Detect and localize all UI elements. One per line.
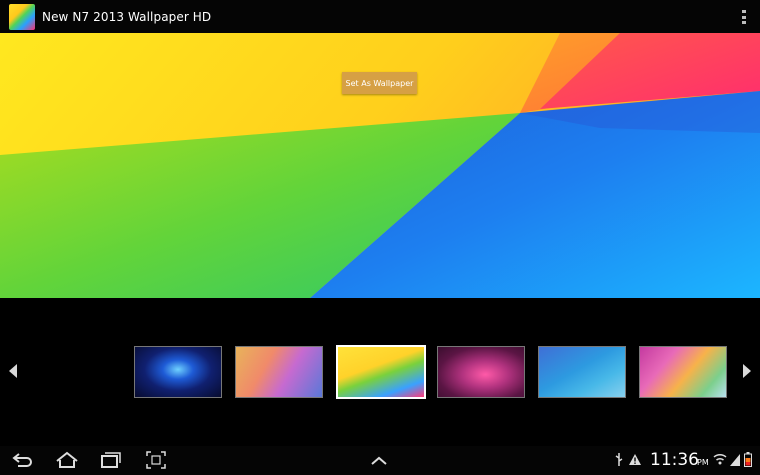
app-title: New N7 2013 Wallpaper HD [42,9,212,24]
arrow-right-icon[interactable] [743,364,751,378]
overflow-menu-icon[interactable] [742,10,746,24]
battery-icon [744,452,752,467]
clock-time: 11:36 [650,450,699,470]
set-as-wallpaper-button[interactable]: Set As Wallpaper [342,72,417,94]
thumbnail-2[interactable] [235,346,323,398]
back-icon[interactable] [12,451,34,469]
thumbnail-6[interactable] [639,346,727,398]
home-icon[interactable] [55,451,79,469]
system-nav-bar: 11:36 PM [0,446,760,475]
arrow-left-icon[interactable] [9,364,17,378]
thumbnail-5[interactable] [538,346,626,398]
wifi-icon [713,453,727,465]
thumbnail-4[interactable] [437,346,525,398]
usb-icon [615,453,623,466]
chevron-up-icon[interactable] [370,456,388,466]
recent-apps-icon[interactable] [100,451,122,469]
thumbnail-1[interactable] [134,346,222,398]
wallpaper-app-icon[interactable] [9,3,35,30]
wallpaper-preview: Set As Wallpaper [0,33,760,298]
action-bar: New N7 2013 Wallpaper HD [0,0,760,33]
signal-icon [730,454,740,466]
thumbnail-3-selected[interactable] [336,345,426,399]
warning-icon [629,454,641,465]
screenshot-icon[interactable] [146,451,166,469]
clock-ampm: PM [697,458,709,467]
thumbnail-gallery [0,298,760,446]
